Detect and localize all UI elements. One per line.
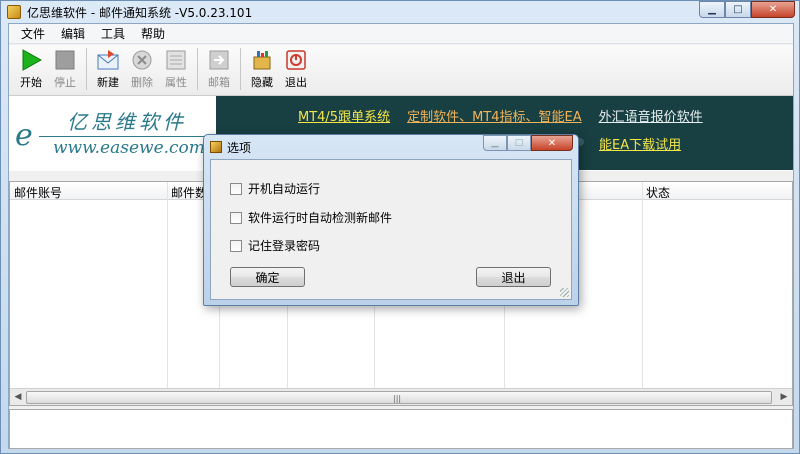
scroll-thumb[interactable]: ||| — [26, 391, 772, 404]
toolbar-separator — [240, 48, 241, 90]
properties-icon — [164, 48, 188, 72]
menu-help[interactable]: 帮助 — [133, 23, 173, 44]
option-auto-check[interactable]: 软件运行时自动检测新邮件 — [230, 209, 392, 226]
power-icon — [284, 48, 308, 72]
option-autostart-label: 开机自动运行 — [248, 182, 321, 196]
checkbox-remember-password[interactable] — [230, 239, 242, 252]
exit-button[interactable]: 退出 — [280, 48, 312, 90]
scroll-left-icon[interactable]: ◀ — [11, 391, 25, 404]
option-remember-password-label: 记住登录密码 — [248, 239, 321, 253]
play-icon — [19, 48, 43, 72]
window-title: 亿思维软件 - 邮件通知系统 -V5.0.23.101 — [27, 6, 253, 20]
arrow-right-icon — [207, 48, 231, 72]
link-voice-quote[interactable]: 外汇语音报价软件 — [599, 106, 703, 125]
minimize-button[interactable]: ▁ — [699, 1, 725, 18]
title-bar[interactable]: 亿思维软件 - 邮件通知系统 -V5.0.23.101 ▁ □ ✕ — [1, 1, 799, 23]
log-pane[interactable] — [9, 409, 793, 449]
menu-edit[interactable]: 编辑 — [53, 23, 93, 44]
column-divider — [642, 182, 643, 388]
logo: e 亿思维软件 www.easewe.com — [15, 104, 211, 166]
new-button[interactable]: 新建 — [92, 48, 124, 90]
checkbox-auto-check[interactable] — [230, 211, 242, 224]
start-button[interactable]: 开始 — [15, 48, 47, 90]
dialog-maximize-button[interactable]: □ — [507, 135, 531, 151]
dialog-close-button[interactable]: ✕ — [531, 135, 573, 151]
option-auto-check-label: 软件运行时自动检测新邮件 — [248, 211, 393, 225]
banner-links: MT4/5跟单系统 定制软件、MT4指标、智能EA 外汇语音报价软件 — [298, 106, 703, 125]
resize-grip[interactable] — [560, 288, 569, 297]
toolbar-separator — [197, 48, 198, 90]
toolbar-separator — [86, 48, 87, 90]
stop-button[interactable]: 停止 — [49, 48, 81, 90]
new-mail-icon — [96, 48, 120, 72]
dialog-icon — [210, 141, 222, 153]
logo-url: www.easewe.com — [53, 138, 205, 158]
hide-icon — [250, 48, 274, 72]
scroll-grip-icon: ||| — [393, 394, 402, 403]
toolbar: 开始 停止 新建 删除 属性 邮箱 隐藏 退出 — [9, 45, 793, 95]
logo-underline — [39, 136, 211, 137]
option-remember-password[interactable]: 记住登录密码 — [230, 237, 320, 254]
dialog-controls: ▁ □ ✕ — [483, 135, 573, 151]
options-dialog: 选项 ▁ □ ✕ 开机自动运行 软件运行时自动检测新邮件 记住登录密码 确定 退… — [203, 134, 579, 306]
column-header-status[interactable]: 状态 — [646, 184, 670, 201]
menu-bar: 文件 编辑 工具 帮助 — [9, 24, 793, 44]
link-custom-software[interactable]: 定制软件、MT4指标、智能EA — [407, 106, 582, 125]
link-copy-trading[interactable]: MT4/5跟单系统 — [298, 106, 390, 125]
menu-file[interactable]: 文件 — [13, 23, 53, 44]
dialog-exit-button[interactable]: 退出 — [476, 267, 551, 287]
hide-button[interactable]: 隐藏 — [246, 48, 278, 90]
mailbox-button[interactable]: 邮箱 — [203, 48, 235, 90]
column-header-count[interactable]: 邮件数 — [171, 184, 207, 201]
horizontal-scrollbar[interactable]: ◀ ||| ▶ — [10, 388, 792, 405]
ok-button[interactable]: 确定 — [230, 267, 305, 287]
checkbox-autostart[interactable] — [230, 182, 242, 195]
stop-icon — [53, 48, 77, 72]
close-button[interactable]: ✕ — [751, 1, 795, 18]
dialog-title: 选项 — [227, 141, 252, 155]
maximize-button[interactable]: □ — [725, 1, 751, 18]
column-header-account[interactable]: 邮件账号 — [14, 184, 62, 201]
banner-links-bottom: 能EA下载试用 — [599, 134, 681, 153]
window-controls: ▁ □ ✕ — [699, 1, 795, 19]
menu-tools[interactable]: 工具 — [93, 23, 133, 44]
delete-icon — [130, 48, 154, 72]
app-icon — [7, 5, 21, 19]
properties-button[interactable]: 属性 — [160, 48, 192, 90]
column-divider — [167, 182, 168, 388]
link-ea-download[interactable]: 能EA下载试用 — [599, 138, 681, 153]
dialog-minimize-button[interactable]: ▁ — [483, 135, 507, 151]
logo-chinese: 亿思维软件 — [67, 110, 187, 134]
dialog-body: 开机自动运行 软件运行时自动检测新邮件 记住登录密码 确定 退出 — [210, 159, 572, 300]
option-autostart[interactable]: 开机自动运行 — [230, 180, 320, 197]
delete-button[interactable]: 删除 — [126, 48, 158, 90]
scroll-right-icon[interactable]: ▶ — [777, 391, 791, 404]
logo-mark: e — [15, 118, 33, 153]
